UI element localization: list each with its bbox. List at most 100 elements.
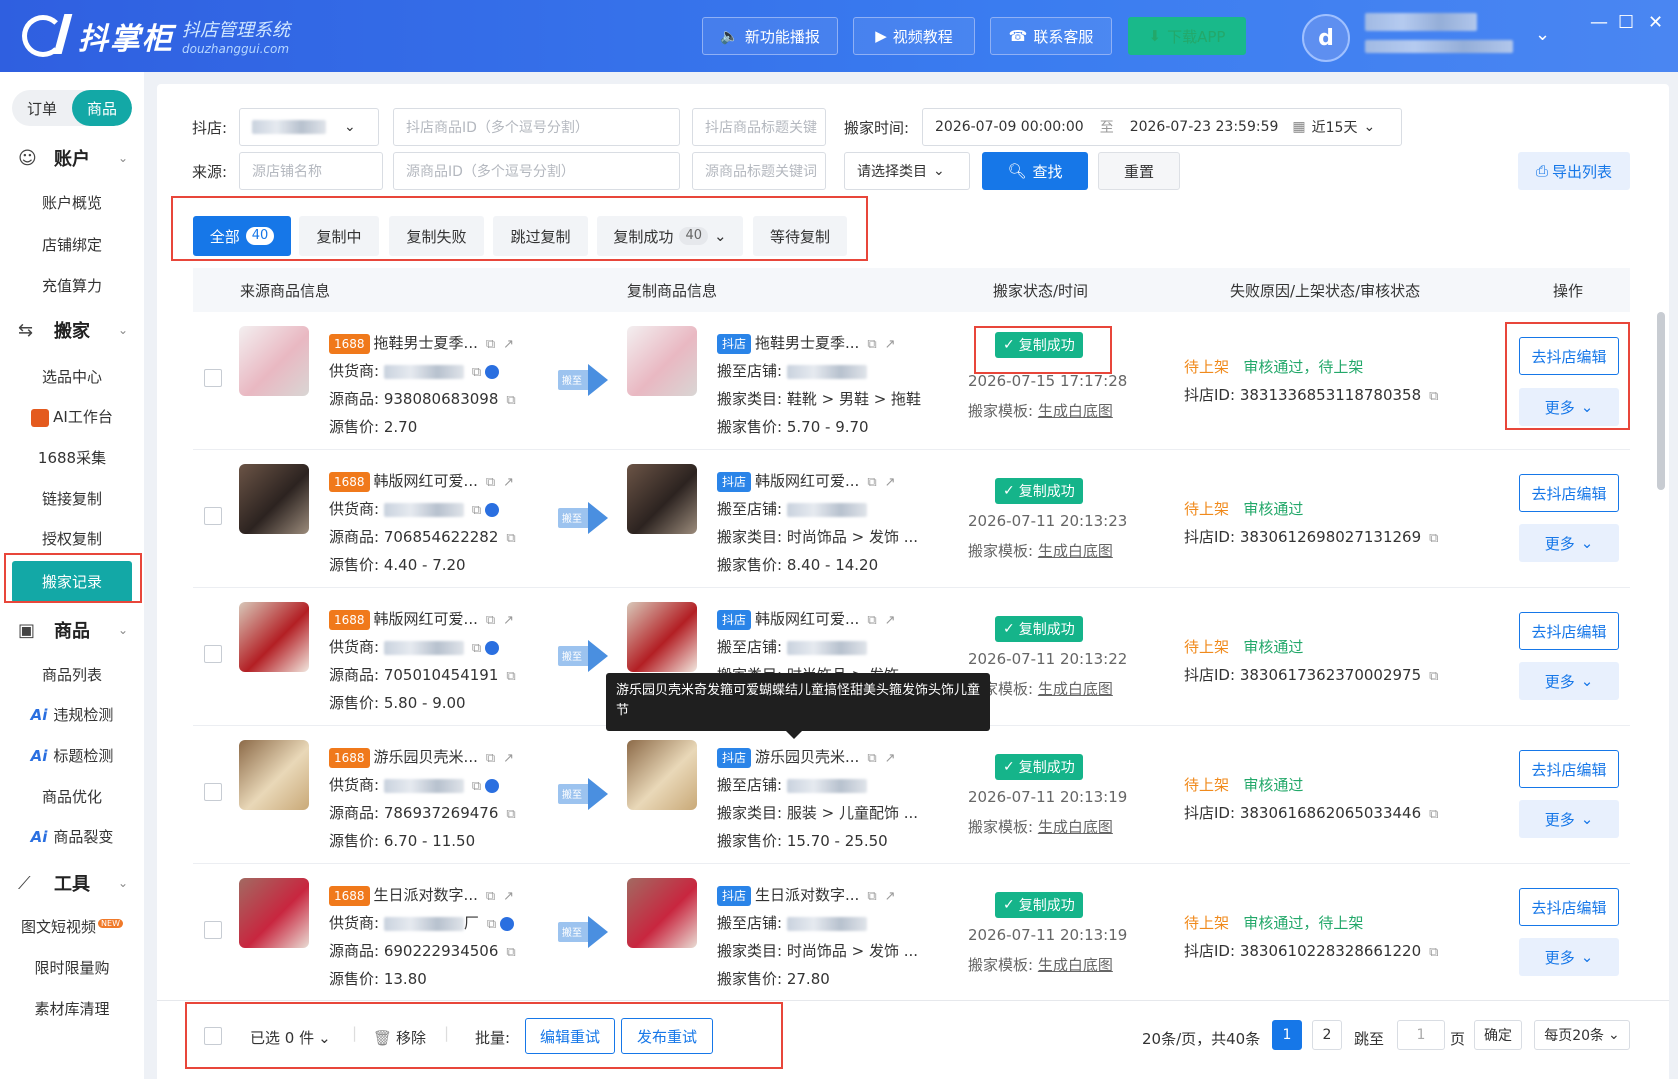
shop-select[interactable]: ⌄ xyxy=(239,108,379,146)
row-checkbox[interactable] xyxy=(204,921,222,939)
reset-button[interactable]: 重置 xyxy=(1098,152,1180,190)
jump-page-input[interactable]: 1 xyxy=(1397,1020,1445,1050)
tab-orders[interactable]: 订单 xyxy=(12,90,72,126)
sidebar-item-recharge[interactable]: 充值算力 xyxy=(0,275,144,296)
sidebar-item-move-records[interactable]: 搬家记录 xyxy=(12,561,132,603)
copy-icon[interactable]: ⧉ xyxy=(506,393,515,408)
copy-icon[interactable]: ⧉ xyxy=(472,641,481,656)
wangwang-chat-icon[interactable] xyxy=(485,502,500,517)
go-shop-edit-button[interactable]: 去抖店编辑 xyxy=(1519,612,1619,650)
external-link-icon[interactable]: ↗ xyxy=(885,751,896,766)
source-title[interactable]: 1688 拖鞋男士夏季... ⧉ ↗ xyxy=(329,332,514,354)
sidebar-item-asset-cleanup[interactable]: 素材库清理 xyxy=(0,998,144,1019)
go-shop-edit-button[interactable]: 去抖店编辑 xyxy=(1519,888,1619,926)
publish-retry-button[interactable]: 发布重试 xyxy=(621,1018,713,1054)
template-link[interactable]: 生成白底图 xyxy=(1038,956,1113,974)
copied-title[interactable]: 抖店 游乐园贝壳米... ⧉ ↗ xyxy=(717,746,896,768)
tab-copy-success[interactable]: 复制成功 40 ⌄ xyxy=(597,216,743,256)
external-link-icon[interactable]: ↗ xyxy=(503,475,514,490)
date-range-picker[interactable]: 2026-07-09 00:00:00 至 2026-07-23 23:59:5… xyxy=(922,108,1402,146)
more-button[interactable]: 更多 ⌄ xyxy=(1519,800,1619,838)
tab-products[interactable]: 商品 xyxy=(72,90,132,126)
row-checkbox[interactable] xyxy=(204,369,222,387)
source-product-thumbnail[interactable] xyxy=(239,602,309,672)
sidebar-item-auth-copy[interactable]: 授权复制 xyxy=(0,528,144,549)
copy-icon[interactable]: ⧉ xyxy=(506,531,515,546)
tab-all[interactable]: 全部 40 xyxy=(193,216,291,256)
copy-icon[interactable]: ⧉ xyxy=(1429,531,1438,546)
copy-icon[interactable]: ⧉ xyxy=(486,751,495,766)
external-link-icon[interactable]: ↗ xyxy=(885,613,896,628)
copy-icon[interactable]: ⧉ xyxy=(867,613,876,628)
copy-icon[interactable]: ⧉ xyxy=(472,365,481,380)
external-link-icon[interactable]: ↗ xyxy=(503,889,514,904)
sidebar-item-link-copy[interactable]: 链接复制 xyxy=(0,488,144,509)
template-link[interactable]: 生成白底图 xyxy=(1038,542,1113,560)
sidebar-item-flash-sale[interactable]: 限时限量购 xyxy=(0,957,144,978)
go-shop-edit-button[interactable]: 去抖店编辑 xyxy=(1519,474,1619,512)
copy-icon[interactable]: ⧉ xyxy=(486,475,495,490)
copy-icon[interactable]: ⧉ xyxy=(1429,807,1438,822)
sidebar-item-video[interactable]: 图文短视频 NEW xyxy=(0,916,144,937)
copy-icon[interactable]: ⧉ xyxy=(867,889,876,904)
source-title[interactable]: 1688 游乐园贝壳米... ⧉ ↗ xyxy=(329,746,514,768)
scrollbar[interactable] xyxy=(1657,312,1665,490)
sidebar-item-selection-center[interactable]: 选品中心 xyxy=(0,366,144,387)
row-checkbox[interactable] xyxy=(204,783,222,801)
copy-icon[interactable]: ⧉ xyxy=(472,503,481,518)
copy-icon[interactable]: ⧉ xyxy=(506,945,515,960)
chevron-down-icon[interactable]: ⌄ xyxy=(1535,24,1550,45)
shop-product-id-input[interactable]: 抖店商品ID（多个逗号分割） xyxy=(393,108,680,146)
copied-product-thumbnail[interactable] xyxy=(627,326,697,396)
download-app-button[interactable]: ⬇ 下载APP xyxy=(1128,17,1246,55)
sidebar-item-shop-binding[interactable]: 店铺绑定 xyxy=(0,234,144,255)
external-link-icon[interactable]: ↗ xyxy=(885,889,896,904)
copied-title[interactable]: 抖店 韩版网红可爱... ⧉ ↗ xyxy=(717,608,896,630)
copy-icon[interactable]: ⧉ xyxy=(487,917,496,932)
copied-product-thumbnail[interactable] xyxy=(627,740,697,810)
copy-icon[interactable]: ⧉ xyxy=(486,337,495,352)
sidebar-item-product-list[interactable]: 商品列表 xyxy=(0,664,144,685)
sidebar-item-product-fission[interactable]: 商品裂变 xyxy=(0,826,144,847)
sidebar-item-product-optimize[interactable]: 商品优化 xyxy=(0,786,144,807)
copy-icon[interactable]: ⧉ xyxy=(867,337,876,352)
new-features-button[interactable]: 🔈 新功能播报 xyxy=(702,17,838,55)
row-checkbox[interactable] xyxy=(204,507,222,525)
copy-icon[interactable]: ⧉ xyxy=(1429,945,1438,960)
source-product-thumbnail[interactable] xyxy=(239,740,309,810)
category-select[interactable]: 请选择类目 ⌄ xyxy=(844,152,970,190)
copy-icon[interactable]: ⧉ xyxy=(486,889,495,904)
tab-copy-failed[interactable]: 复制失败 xyxy=(389,216,484,256)
close-icon[interactable]: ✕ xyxy=(1648,12,1663,33)
sidebar-group-products[interactable]: ▣ 商品 ⌄ xyxy=(0,614,144,646)
row-checkbox[interactable] xyxy=(204,645,222,663)
copy-icon[interactable]: ⧉ xyxy=(867,475,876,490)
more-button[interactable]: 更多 ⌄ xyxy=(1519,388,1619,426)
copied-product-thumbnail[interactable] xyxy=(627,464,697,534)
export-list-button[interactable]: ⎙ 导出列表 xyxy=(1518,152,1630,190)
go-shop-edit-button[interactable]: 去抖店编辑 xyxy=(1519,750,1619,788)
wangwang-chat-icon[interactable] xyxy=(485,364,500,379)
select-all-checkbox[interactable] xyxy=(204,1027,222,1045)
source-product-thumbnail[interactable] xyxy=(239,464,309,534)
external-link-icon[interactable]: ↗ xyxy=(503,613,514,628)
source-shop-input[interactable]: 源店铺名称 xyxy=(239,152,383,190)
sidebar-item-ai-workbench[interactable]: AI工作台 xyxy=(0,406,144,427)
source-title[interactable]: 1688 韩版网红可爱... ⧉ ↗ xyxy=(329,608,514,630)
tab-copying[interactable]: 复制中 xyxy=(299,216,379,256)
edit-retry-button[interactable]: 编辑重试 xyxy=(525,1018,615,1054)
sidebar-item-title-check[interactable]: 标题检测 xyxy=(0,745,144,766)
wangwang-chat-icon[interactable] xyxy=(500,916,515,931)
more-button[interactable]: 更多 ⌄ xyxy=(1519,938,1619,976)
copied-title[interactable]: 抖店 韩版网红可爱... ⧉ ↗ xyxy=(717,470,896,492)
copy-icon[interactable]: ⧉ xyxy=(867,751,876,766)
maximize-icon[interactable]: ☐ xyxy=(1618,12,1634,33)
avatar[interactable]: d xyxy=(1302,14,1350,62)
contact-support-button[interactable]: ☎ 联系客服 xyxy=(990,17,1112,55)
copy-icon[interactable]: ⧉ xyxy=(1429,669,1438,684)
wangwang-chat-icon[interactable] xyxy=(485,640,500,655)
tab-skipped[interactable]: 跳过复制 xyxy=(493,216,588,256)
copied-title[interactable]: 抖店 拖鞋男士夏季... ⧉ ↗ xyxy=(717,332,896,354)
source-product-thumbnail[interactable] xyxy=(239,326,309,396)
copy-icon[interactable]: ⧉ xyxy=(506,669,515,684)
